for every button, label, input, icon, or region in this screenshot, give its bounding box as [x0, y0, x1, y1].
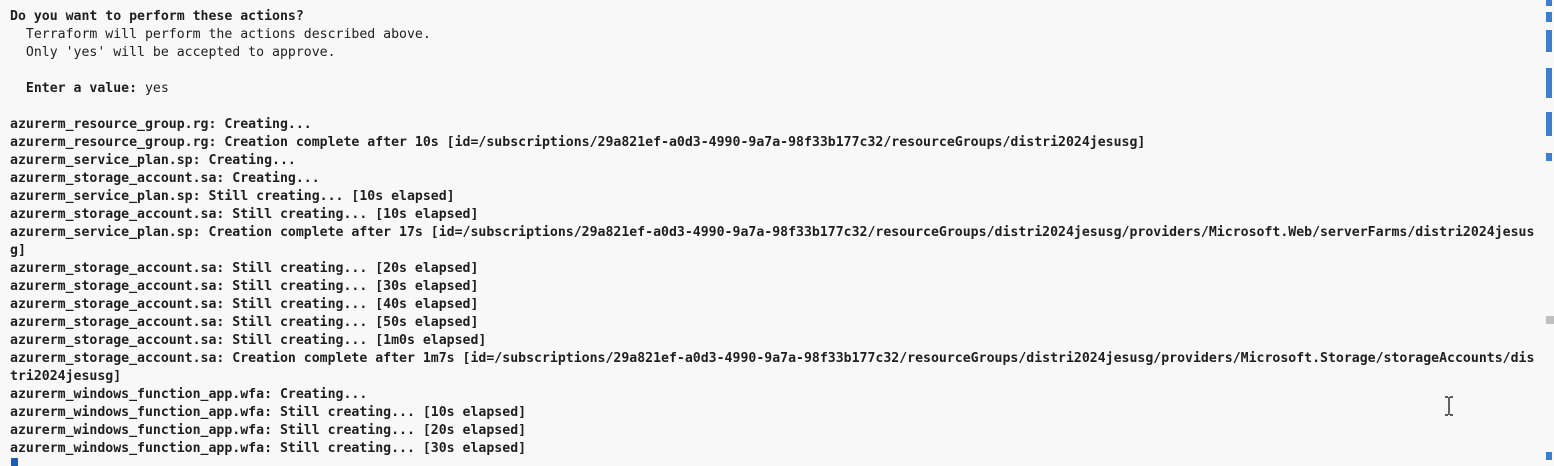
terminal-line: azurerm_resource_group.rg: Creating...	[10, 117, 312, 132]
scroll-marker	[1546, 452, 1552, 460]
terminal-line: azurerm_service_plan.sp: Creating...	[10, 153, 296, 168]
terminal-line: Only 'yes' will be accepted to approve.	[10, 45, 336, 60]
terminal-line: azurerm_storage_account.sa: Creation com…	[10, 351, 1535, 366]
terminal-output: Do you want to perform these actions? Te…	[10, 8, 1550, 458]
overview-ruler-scrollbar[interactable]	[1546, 0, 1554, 466]
terminal-line: azurerm_resource_group.rg: Creation comp…	[10, 135, 1146, 150]
terminal-line: azurerm_storage_account.sa: Still creati…	[10, 297, 479, 312]
terminal-line: azurerm_storage_account.sa: Still creati…	[10, 207, 479, 222]
terminal-line: g]	[10, 243, 26, 258]
scroll-marker	[1546, 12, 1552, 22]
scroll-marker	[1546, 153, 1552, 161]
terminal-line: Enter a value: yes	[10, 80, 1550, 98]
terminal-cursor	[11, 458, 18, 466]
terminal-line: azurerm_service_plan.sp: Still creating.…	[10, 189, 455, 204]
prompt-label: Enter a value:	[10, 81, 138, 96]
terminal-line: azurerm_storage_account.sa: Creating...	[10, 171, 320, 186]
terminal-line: azurerm_windows_function_app.wfa: Still …	[10, 405, 527, 420]
scroll-marker	[1546, 0, 1552, 6]
i-beam-cursor-icon	[1445, 396, 1453, 416]
terminal-window[interactable]: Do you want to perform these actions? Te…	[0, 0, 1546, 466]
scroll-marker	[1546, 112, 1552, 136]
terminal-line: tri2024jesusg]	[10, 369, 122, 384]
terminal-line: azurerm_service_plan.sp: Creation comple…	[10, 225, 1535, 240]
scroll-marker	[1546, 316, 1554, 324]
terminal-line: Terraform will perform the actions descr…	[10, 27, 431, 42]
terminal-line: azurerm_storage_account.sa: Still creati…	[10, 261, 479, 276]
scroll-marker	[1546, 30, 1552, 52]
terminal-line: azurerm_storage_account.sa: Still creati…	[10, 333, 487, 348]
prompt-value: yes	[137, 81, 169, 96]
scroll-marker	[1546, 68, 1552, 98]
terminal-line: azurerm_windows_function_app.wfa: Still …	[10, 423, 527, 438]
terminal-line: azurerm_storage_account.sa: Still creati…	[10, 279, 479, 294]
terminal-line: Do you want to perform these actions?	[10, 9, 304, 24]
terminal-line: azurerm_windows_function_app.wfa: Still …	[10, 441, 527, 456]
terminal-line: azurerm_storage_account.sa: Still creati…	[10, 315, 479, 330]
terminal-line: azurerm_windows_function_app.wfa: Creati…	[10, 387, 368, 402]
